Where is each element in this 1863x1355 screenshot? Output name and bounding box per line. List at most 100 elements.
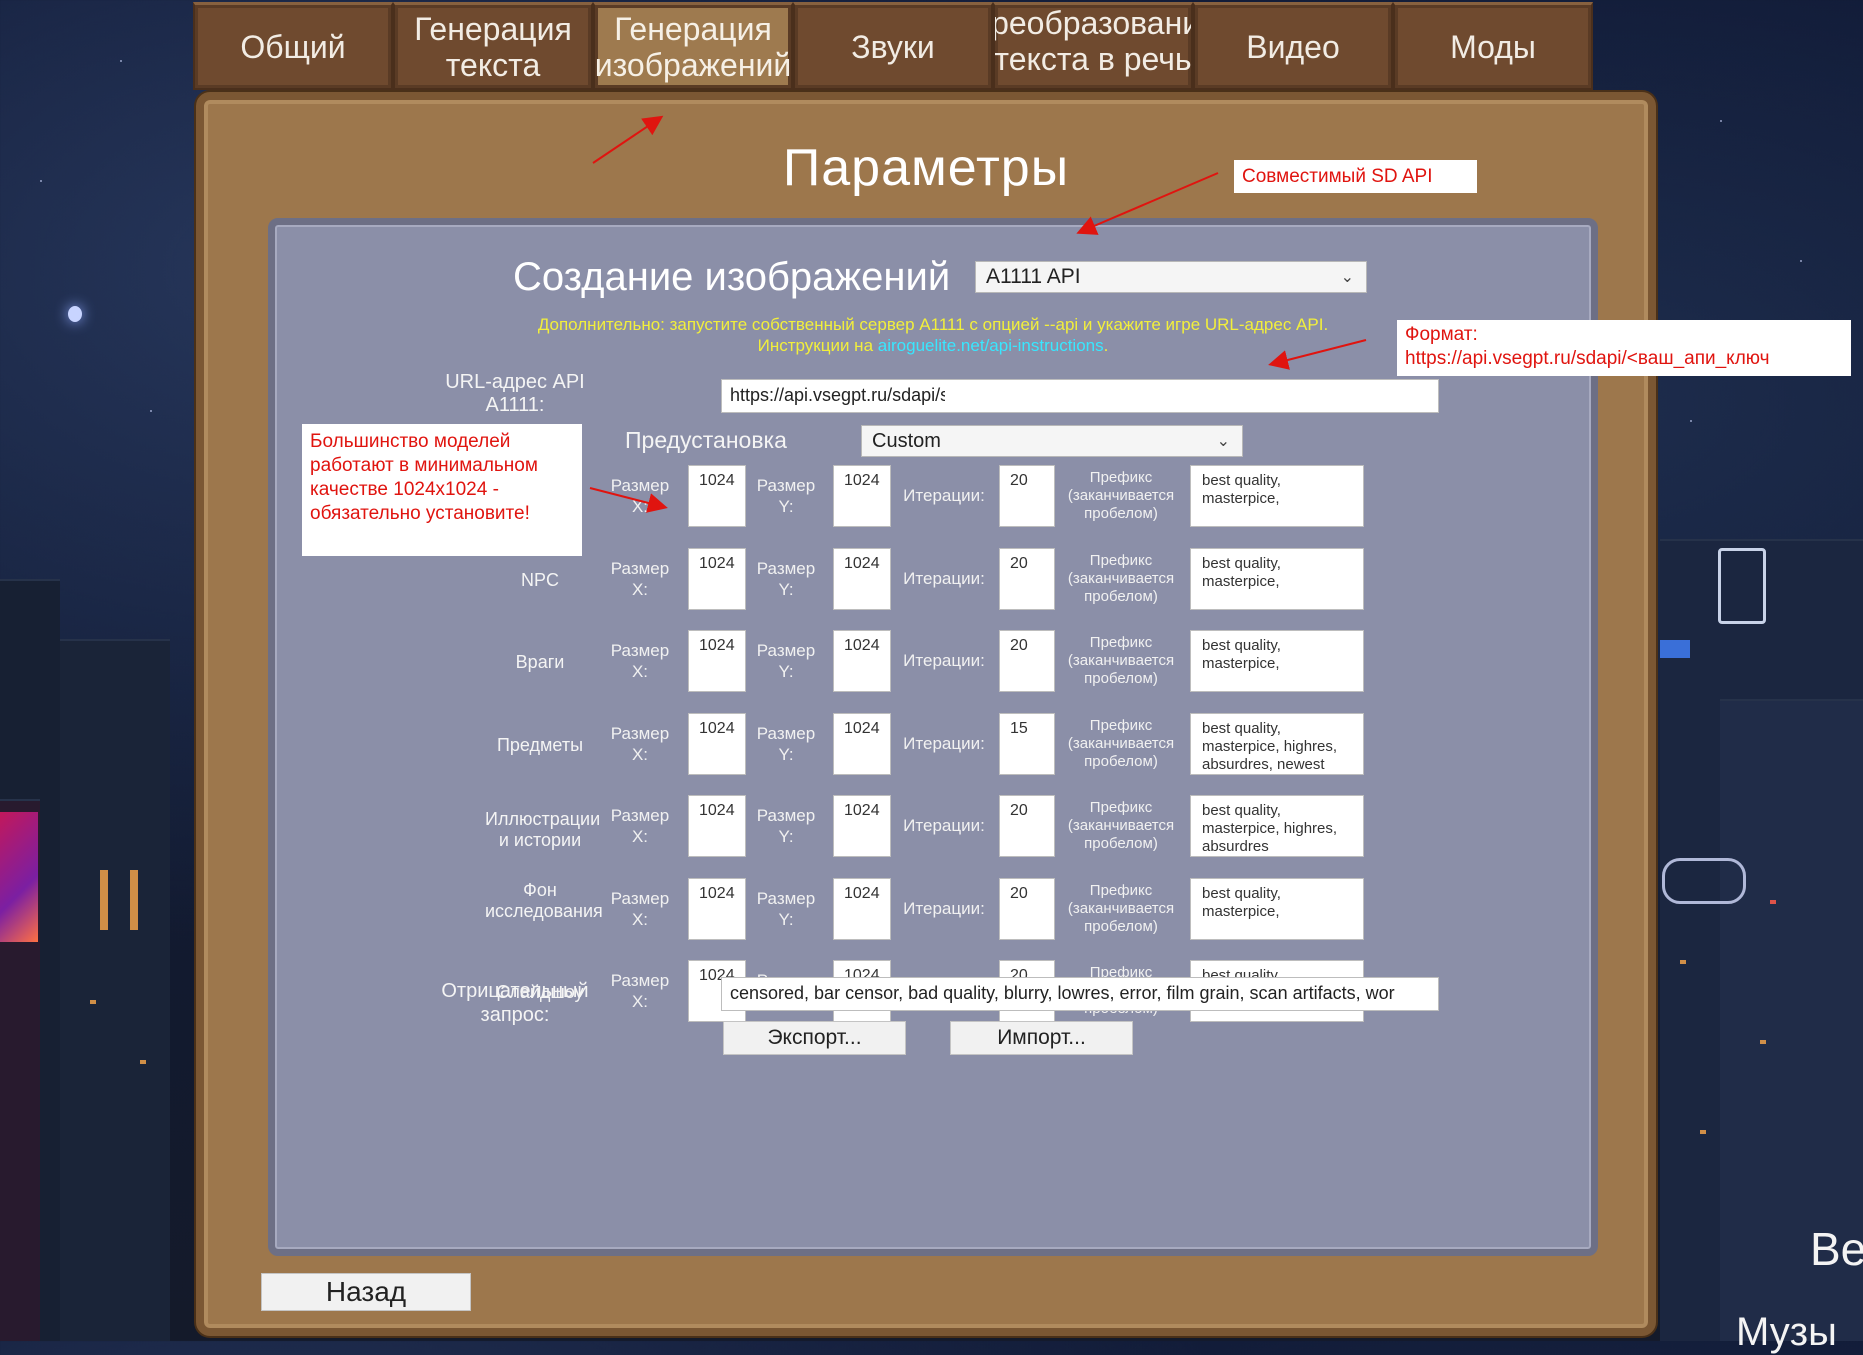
hint-instructions: Инструкции на airoguelite.net/api-instru… xyxy=(275,336,1591,356)
prefix-input[interactable]: best quality, masterpice, xyxy=(1190,548,1364,610)
iterations-label: Итерации: xyxy=(903,651,985,670)
size-y-label: Размер Y: xyxy=(756,476,816,516)
tab-tts[interactable]: Преобразование текста в речь xyxy=(993,2,1193,90)
star xyxy=(40,180,42,182)
menu-item-partial: Ве xyxy=(1810,1223,1863,1275)
preset-select[interactable]: Custom ⌄ xyxy=(861,425,1243,457)
menu-item-partial: Музы xyxy=(1736,1310,1837,1354)
chevron-down-icon: ⌄ xyxy=(1216,433,1230,450)
row-label: Враги xyxy=(515,652,565,672)
row-label: NPC xyxy=(520,570,559,590)
negative-prompt-label: Отрицательный запрос: xyxy=(441,980,589,1026)
prefix-label: Префикс (заканчивается пробелом) xyxy=(1067,634,1175,687)
iterations-label: Итерации: xyxy=(903,569,985,588)
size-y-input[interactable]: 1024 xyxy=(833,878,891,940)
tab-general[interactable]: Общий xyxy=(193,2,393,90)
tab-label: Моды xyxy=(1450,28,1536,65)
tab-image-generation[interactable]: Генерация изображений xyxy=(593,2,793,90)
prefix-label: Префикс (заканчивается пробелом) xyxy=(1067,799,1175,852)
iterations-label: Итерации: xyxy=(903,734,985,753)
size-y-label: Размер Y: xyxy=(756,889,816,929)
size-y-label: Размер Y: xyxy=(756,724,816,764)
size-x-label: Размер X: xyxy=(610,889,670,929)
size-y-input[interactable]: 1024 xyxy=(833,630,891,692)
back-button[interactable]: Назад xyxy=(261,1273,471,1311)
iterations-input[interactable]: 20 xyxy=(999,795,1055,857)
size-y-input[interactable]: 1024 xyxy=(833,713,891,775)
annotation-format: Формат: https://api.vsegpt.ru/sdapi/<ваш… xyxy=(1397,320,1851,376)
tab-label: Общий xyxy=(240,28,346,65)
settings-panel: Параметры Создание изображений A1111 API… xyxy=(196,92,1656,1336)
size-y-input[interactable]: 1024 xyxy=(833,795,891,857)
settings-tabs: Общий Генерация текста Генерация изображ… xyxy=(193,2,1593,92)
row-label: Фон исследования xyxy=(485,880,603,921)
annotation-models-note: Большинство моделей работают в минимальн… xyxy=(302,424,582,556)
iterations-label: Итерации: xyxy=(903,816,985,835)
size-x-label: Размер X: xyxy=(610,724,670,764)
size-x-input[interactable]: 1024 xyxy=(688,795,746,857)
size-x-input[interactable]: 1024 xyxy=(688,878,746,940)
size-x-label: Размер X: xyxy=(610,559,670,599)
star xyxy=(1720,120,1722,122)
size-x-input[interactable]: 1024 xyxy=(688,713,746,775)
size-x-label: Размер X: xyxy=(610,971,670,1011)
size-x-input[interactable]: 1024 xyxy=(688,465,746,527)
negative-prompt-input[interactable]: censored, bar censor, bad quality, blurr… xyxy=(721,977,1439,1011)
window-light xyxy=(1760,1040,1766,1044)
hint-prefix: Инструкции на xyxy=(757,336,878,355)
iterations-input[interactable]: 20 xyxy=(999,548,1055,610)
tab-mods[interactable]: Моды xyxy=(1393,2,1593,90)
size-y-label: Размер Y: xyxy=(756,559,816,599)
size-y-input[interactable]: 1024 xyxy=(833,465,891,527)
star xyxy=(1690,420,1692,422)
api-type-select[interactable]: A1111 API ⌄ xyxy=(975,261,1367,293)
prefix-label: Префикс (заканчивается пробелом) xyxy=(1067,469,1175,522)
window-light xyxy=(140,1060,146,1064)
tab-sounds[interactable]: Звуки xyxy=(793,2,993,90)
star xyxy=(120,60,122,62)
star xyxy=(150,410,152,412)
window-light xyxy=(100,870,108,930)
tab-video[interactable]: Видео xyxy=(1193,2,1393,90)
blue-sign xyxy=(1660,640,1690,658)
tab-label: Звуки xyxy=(851,28,935,65)
window-light xyxy=(1700,1130,1706,1134)
size-x-label: Размер X: xyxy=(610,641,670,681)
hint-suffix: . xyxy=(1103,336,1109,355)
table-row: Фон исследования Размер X: 1024 Размер Y: 10… xyxy=(275,878,1591,940)
table-row: Иллюстрации и истории Размер X: 1024 Размер… xyxy=(275,795,1591,857)
import-button[interactable]: Импорт... xyxy=(950,1021,1133,1055)
size-x-label: Размер X: xyxy=(610,806,670,846)
url-label: URL-адрес API A1111: xyxy=(445,371,585,416)
size-x-label: Размер X: xyxy=(610,476,670,516)
building xyxy=(60,639,170,1341)
row-label: Предметы xyxy=(496,735,584,755)
table-row: NPC Размер X: 1024 Размер Y: 1024 Итерации: 20… xyxy=(275,548,1591,610)
iterations-input[interactable]: 20 xyxy=(999,630,1055,692)
size-x-input[interactable]: 1024 xyxy=(688,548,746,610)
iterations-input[interactable]: 20 xyxy=(999,465,1055,527)
prefix-input[interactable]: best quality, masterpice, xyxy=(1190,465,1364,527)
export-button[interactable]: Экспорт... xyxy=(723,1021,906,1055)
preset-label: Предустановка xyxy=(625,427,787,453)
preset-value: Custom xyxy=(872,429,941,452)
size-x-input[interactable]: 1024 xyxy=(688,630,746,692)
size-y-input[interactable]: 1024 xyxy=(833,548,891,610)
prefix-input[interactable]: best quality, masterpice, xyxy=(1190,630,1364,692)
iterations-label: Итерации: xyxy=(903,486,985,505)
iterations-label: Итерации: xyxy=(903,899,985,918)
section-title: Создание изображений xyxy=(513,255,951,299)
prefix-input[interactable]: best quality, masterpice, highres, absur… xyxy=(1190,795,1364,857)
api-type-value: A1111 API xyxy=(986,265,1081,288)
tab-label: Генерация текста xyxy=(414,10,572,83)
prefix-input[interactable]: best quality, masterpice, highres, absur… xyxy=(1190,713,1364,775)
iterations-input[interactable]: 15 xyxy=(999,713,1055,775)
instructions-link[interactable]: airoguelite.net/api-instructions xyxy=(878,336,1104,355)
redacted-mask xyxy=(945,381,1435,411)
lamp-sign xyxy=(1718,548,1766,624)
round-sign xyxy=(1662,858,1746,904)
iterations-input[interactable]: 20 xyxy=(999,878,1055,940)
chevron-down-icon: ⌄ xyxy=(1340,269,1354,286)
prefix-input[interactable]: best quality, masterpice, xyxy=(1190,878,1364,940)
tab-text-generation[interactable]: Генерация текста xyxy=(393,2,593,90)
